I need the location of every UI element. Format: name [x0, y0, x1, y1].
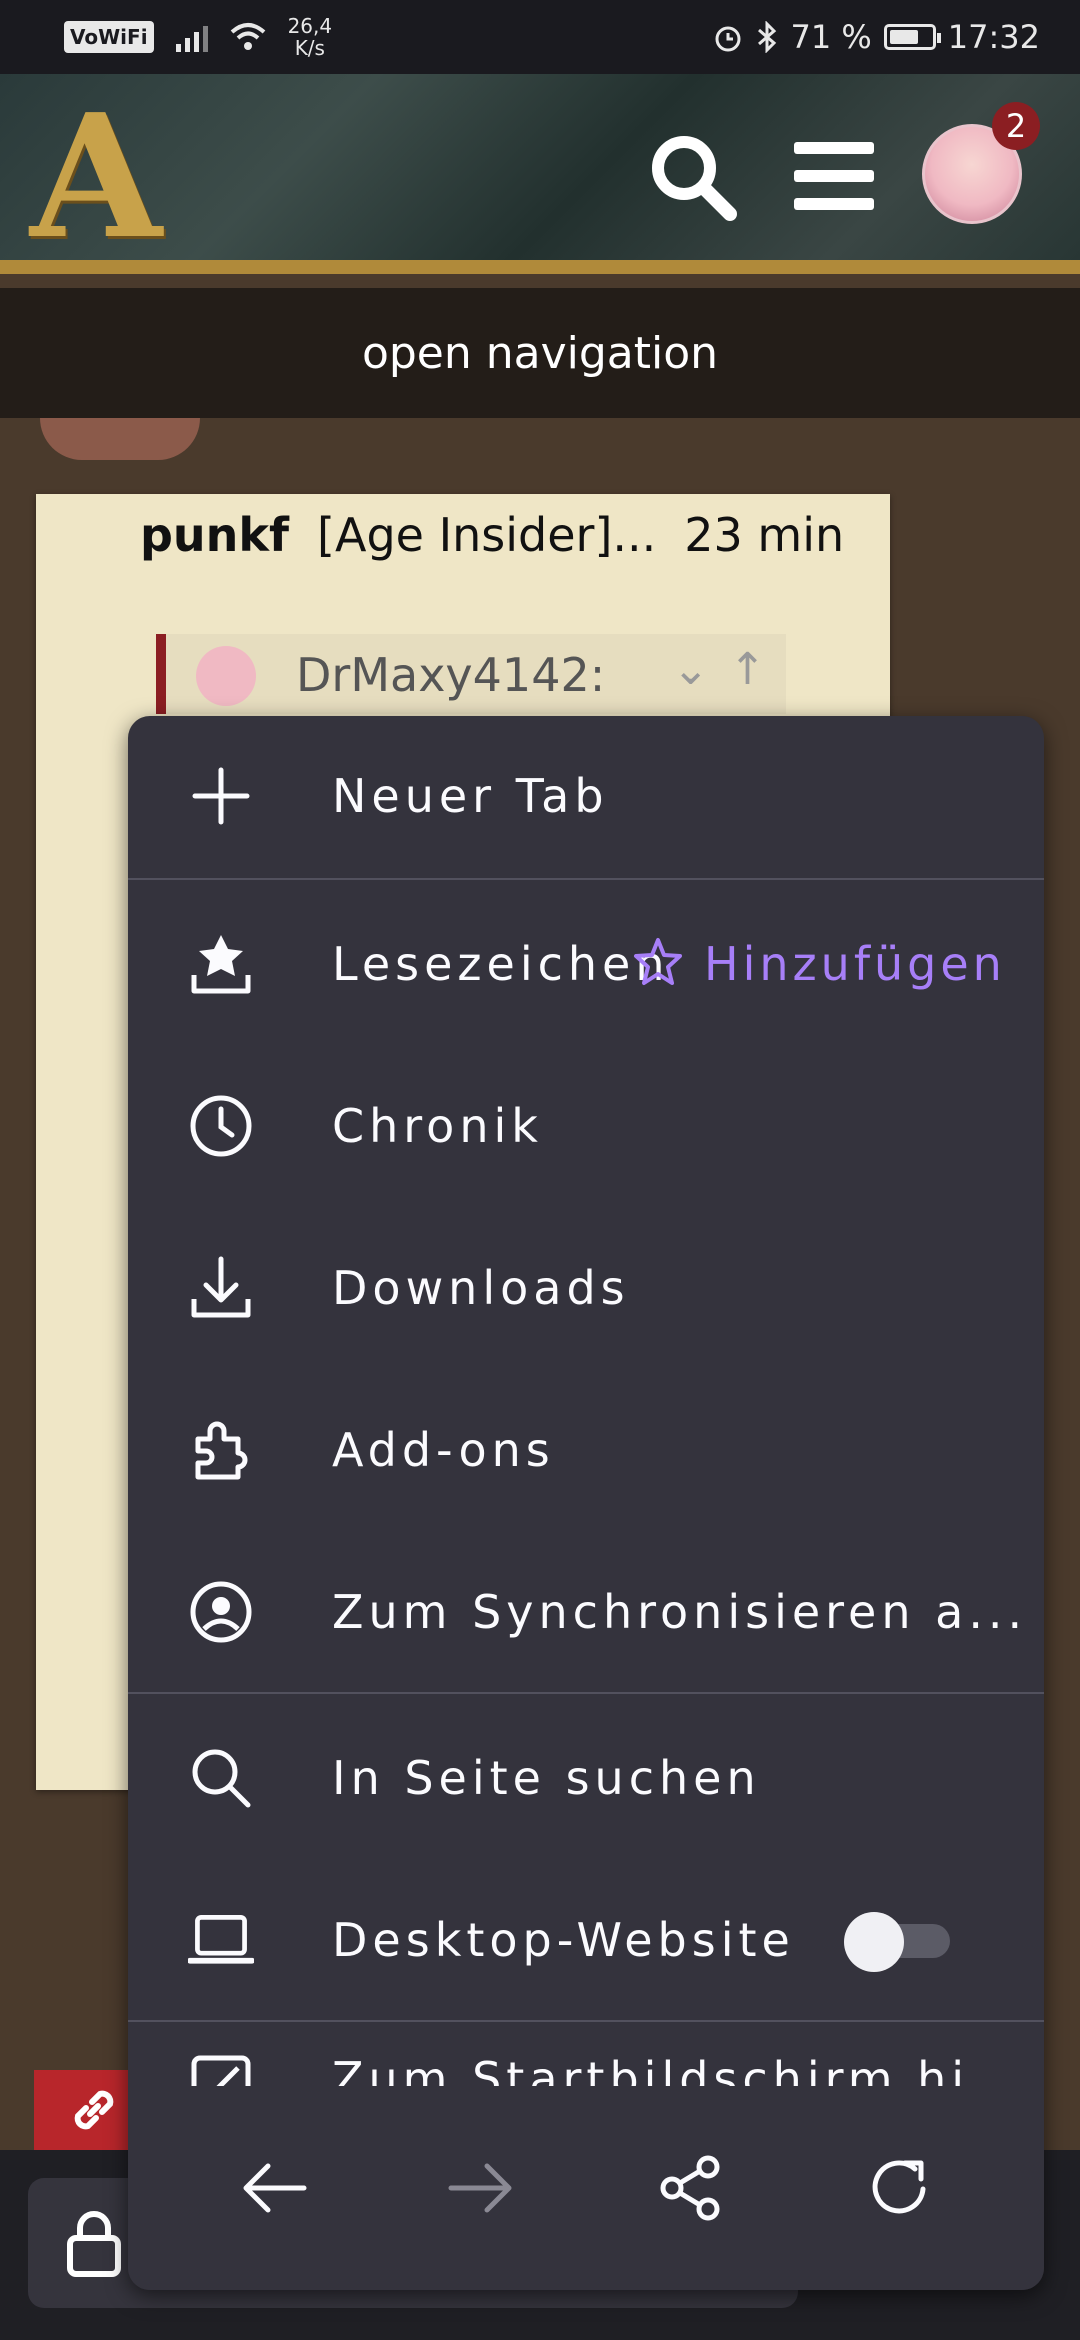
browser-overflow-menu: Neuer Tab Lesezeichen Hinzufügen Chronik: [128, 716, 1044, 2290]
quote-block: DrMaxy4142: ⌄ ↑: [156, 634, 786, 714]
menu-item-history[interactable]: Chronik: [128, 1046, 1044, 1206]
menu-label-add-to-home: Zum Startbildschirm hi...: [332, 2052, 1028, 2086]
menu-item-bookmarks[interactable]: Lesezeichen Hinzufügen: [128, 884, 1044, 1044]
menu-divider: [128, 1692, 1044, 1694]
post-username[interactable]: punkf: [140, 508, 289, 562]
forum-user-avatar[interactable]: [40, 418, 200, 460]
download-icon: [188, 1255, 254, 1321]
speed-value: 26,4: [287, 14, 333, 38]
site-logo[interactable]: A: [30, 92, 162, 262]
menu-label-sync: Zum Synchronisieren a...: [332, 1585, 1028, 1639]
add-bookmark-label: Hinzufügen: [704, 937, 1006, 991]
laptop-icon: [188, 1907, 254, 1973]
user-avatar-button[interactable]: 2: [922, 102, 1040, 224]
menu-item-downloads[interactable]: Downloads: [128, 1208, 1044, 1368]
menu-label-bookmarks: Lesezeichen: [332, 937, 670, 991]
signal-strength-icon: [175, 22, 208, 52]
forward-button[interactable]: [437, 2143, 527, 2233]
battery-icon: [883, 24, 941, 50]
battery-percent: 71 %: [790, 18, 872, 56]
bookmarks-icon: [188, 931, 254, 997]
clock-icon: [188, 1093, 254, 1159]
add-to-home-icon: [188, 2052, 254, 2086]
alarm-icon: [715, 26, 741, 52]
menu-item-new-tab[interactable]: Neuer Tab: [128, 716, 1044, 876]
menu-label-new-tab: Neuer Tab: [332, 769, 609, 823]
puzzle-icon: [188, 1417, 254, 1483]
menu-label-find-in-page: In Seite suchen: [332, 1751, 761, 1805]
search-icon[interactable]: [646, 130, 738, 222]
share-button[interactable]: [646, 2143, 736, 2233]
menu-item-sync[interactable]: Zum Synchronisieren a...: [128, 1532, 1044, 1692]
quote-username: DrMaxy4142:: [296, 648, 606, 702]
add-bookmark-button[interactable]: Hinzufügen: [630, 936, 1006, 992]
share-icon: [660, 2155, 719, 2221]
arrow-left-icon: [243, 2163, 306, 2213]
network-speed: 26,4 K/s: [288, 15, 333, 59]
speed-unit: K/s: [294, 36, 325, 60]
collapse-quote-icon[interactable]: ⌄: [672, 644, 709, 695]
menu-navigation-bar: [128, 2086, 1044, 2290]
open-navigation-button[interactable]: open navigation: [0, 288, 1080, 418]
bluetooth-icon: [758, 21, 777, 53]
wifi-icon: [230, 23, 265, 50]
account-icon: [188, 1579, 254, 1645]
search-icon: [188, 1745, 254, 1811]
reload-button[interactable]: [855, 2143, 945, 2233]
clock: 17:32: [947, 18, 1040, 56]
lock-icon: [67, 2211, 121, 2277]
open-navigation-label: open navigation: [361, 327, 719, 379]
star-outline-icon: [634, 938, 682, 985]
jump-to-quote-icon[interactable]: ↑: [729, 644, 766, 695]
desktop-site-toggle[interactable]: [844, 1912, 954, 1972]
status-bar: VoWiFi 26,4 K/s 71 % 17:32: [0, 0, 1080, 74]
vowifi-indicator: VoWiFi: [64, 21, 154, 53]
notification-badge: 2: [992, 102, 1040, 150]
menu-label-history: Chronik: [332, 1099, 543, 1153]
hamburger-menu-icon[interactable]: [794, 140, 874, 212]
reload-icon: [872, 2160, 925, 2214]
menu-divider: [128, 2020, 1044, 2022]
menu-divider: [128, 878, 1044, 880]
menu-item-find-in-page[interactable]: In Seite suchen: [128, 1698, 1044, 1858]
menu-label-desktop-site: Desktop-Website: [332, 1913, 795, 1967]
quote-avatar: [196, 646, 256, 706]
menu-item-add-to-home[interactable]: Zum Startbildschirm hi...: [128, 2046, 1044, 2086]
site-header: A 2: [0, 74, 1080, 274]
plus-icon: [188, 763, 254, 829]
post-rank: [Age Insider]...: [317, 508, 657, 562]
post-time: 23 min: [684, 508, 845, 562]
menu-item-desktop-site[interactable]: Desktop-Website: [128, 1860, 1044, 2020]
menu-label-downloads: Downloads: [332, 1261, 630, 1315]
back-button[interactable]: [228, 2143, 318, 2233]
menu-label-addons: Add-ons: [332, 1423, 555, 1477]
link-icon: [74, 2090, 114, 2130]
menu-item-addons[interactable]: Add-ons: [128, 1370, 1044, 1530]
arrow-right-icon: [448, 2163, 511, 2213]
toggle-knob: [844, 1912, 904, 1972]
